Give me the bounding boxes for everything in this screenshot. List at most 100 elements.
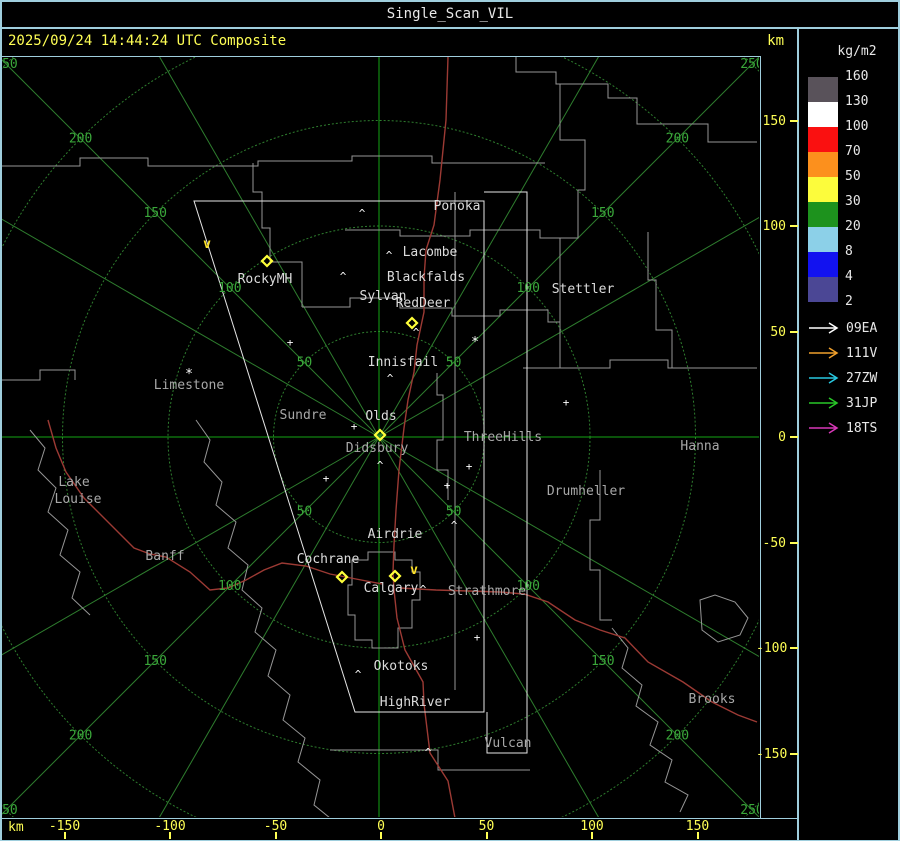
scale-value: 50 bbox=[845, 169, 861, 184]
city-label: RedDeer bbox=[396, 296, 451, 311]
scale-color-block bbox=[808, 102, 838, 127]
city-label: Airdrie bbox=[368, 527, 423, 542]
right-axis-tick bbox=[790, 436, 798, 438]
city-label: Brooks bbox=[689, 692, 736, 707]
azimuth-line bbox=[378, 436, 599, 817]
range-ring-label: 150 bbox=[143, 654, 166, 669]
radar-id: 09EA bbox=[846, 321, 878, 336]
right-axis-label: -100 bbox=[756, 641, 788, 656]
bottom-axis-tick bbox=[591, 832, 593, 839]
municipal-boundary bbox=[699, 594, 749, 643]
wind-marker-icon: v bbox=[410, 563, 418, 578]
radar-id: 27ZW bbox=[846, 371, 878, 386]
scale-color-block bbox=[808, 227, 838, 252]
azimuth-line bbox=[159, 57, 380, 438]
city-label: Banff bbox=[145, 549, 184, 564]
scale-color-block bbox=[808, 177, 838, 202]
city-label: Lacombe bbox=[403, 245, 458, 260]
scale-value: 20 bbox=[845, 219, 861, 234]
city-label: Blackfalds bbox=[387, 270, 465, 285]
range-ring-label: 250 bbox=[740, 57, 759, 72]
town-marker-star: * bbox=[471, 335, 479, 350]
range-ring-label: 250 bbox=[2, 803, 18, 817]
scale-value: 130 bbox=[845, 94, 869, 109]
municipal-boundary bbox=[2, 155, 545, 167]
city-label: Okotoks bbox=[374, 659, 429, 674]
town-marker-plus: + bbox=[323, 472, 330, 485]
city-label: Ponoka bbox=[434, 199, 481, 214]
town-marker-caret: ^ bbox=[340, 270, 347, 283]
panel-divider bbox=[797, 28, 799, 841]
range-ring-label: 50 bbox=[297, 355, 313, 370]
municipal-boundary bbox=[611, 627, 689, 813]
right-axis-tick bbox=[790, 119, 798, 122]
range-ring-label: 200 bbox=[666, 132, 689, 147]
radar-arrow-icon bbox=[809, 322, 839, 334]
municipal-boundary bbox=[523, 359, 757, 369]
range-ring-label: 150 bbox=[143, 206, 166, 221]
city-label: Vulcan bbox=[485, 736, 532, 751]
range-ring-label: 250 bbox=[740, 803, 759, 817]
city-label: HighRiver bbox=[380, 695, 451, 710]
municipal-boundary bbox=[515, 57, 757, 143]
right-axis-label: 0 bbox=[778, 430, 786, 445]
range-ring-label: 250 bbox=[2, 57, 18, 72]
bottom-axis-tick bbox=[63, 832, 66, 839]
scale-color-block bbox=[808, 202, 838, 227]
range-ring-label: 100 bbox=[516, 281, 539, 296]
radar-arrow-icon bbox=[809, 347, 839, 359]
window-border-top bbox=[0, 0, 900, 2]
range-ring-label: 150 bbox=[591, 206, 614, 221]
right-axis-unit: km bbox=[767, 33, 784, 49]
scale-value: 100 bbox=[845, 119, 869, 134]
city-label: Sundre bbox=[280, 408, 327, 423]
town-marker-plus: + bbox=[444, 479, 451, 492]
town-marker-caret: ^ bbox=[425, 746, 432, 759]
map-border-bottom bbox=[0, 818, 798, 819]
scale-value: 8 bbox=[845, 244, 853, 259]
scale-color-block bbox=[808, 252, 838, 277]
city-label: Cochrane bbox=[297, 552, 360, 567]
right-axis-label: 50 bbox=[770, 324, 786, 340]
window-title: Single_Scan_VIL bbox=[386, 6, 514, 22]
scale-value: 2 bbox=[845, 294, 853, 309]
legend-unit-label: kg/m2 bbox=[837, 44, 877, 59]
radar-id: 31JP bbox=[846, 396, 878, 411]
city-label: Didsbury bbox=[346, 441, 409, 456]
radar-map[interactable]: 50 5050 50100 100100 100150 150150 150200 20020… bbox=[2, 57, 759, 817]
bottom-axis-tick bbox=[380, 832, 382, 839]
range-ring-label: 200 bbox=[666, 728, 689, 743]
range-ring-label: 200 bbox=[69, 132, 92, 147]
municipal-boundary bbox=[345, 229, 560, 239]
azimuth-line bbox=[159, 436, 380, 817]
radar-id: 111V bbox=[846, 346, 878, 361]
radar-app-window: Single_Scan_VIL 2025/09/24 14:44:24 UTC … bbox=[0, 0, 900, 841]
range-ring-label: 200 bbox=[69, 728, 92, 743]
city-label: Hanna bbox=[680, 439, 719, 454]
town-marker-plus: + bbox=[287, 336, 294, 349]
city-label: ThreeHills bbox=[464, 430, 542, 445]
right-axis-tick bbox=[790, 330, 798, 333]
town-marker-caret: ^ bbox=[386, 249, 393, 262]
town-marker-caret: ^ bbox=[359, 207, 366, 220]
town-marker-caret: ^ bbox=[387, 372, 394, 385]
bottom-axis-tick bbox=[274, 832, 277, 839]
city-label: RockyMH bbox=[238, 272, 293, 287]
city-label: Stettler bbox=[552, 282, 615, 297]
right-axis-label: -150 bbox=[756, 746, 788, 762]
scale-color-block bbox=[808, 277, 838, 302]
range-ring-label: 50 bbox=[446, 355, 462, 370]
range-ring-label: 100 bbox=[218, 579, 241, 594]
radar-arrow-icon bbox=[809, 397, 839, 409]
wind-marker-icon: v bbox=[203, 237, 211, 252]
town-marker-caret: ^ bbox=[413, 326, 420, 339]
scale-value: 160 bbox=[845, 69, 869, 84]
city-label: Strathmore bbox=[448, 584, 526, 599]
scale-color-block bbox=[808, 77, 838, 102]
city-label: Drumheller bbox=[547, 484, 625, 499]
right-axis-label: 150 bbox=[762, 113, 786, 129]
right-axis-tick bbox=[790, 647, 798, 649]
scale-color-block bbox=[808, 152, 838, 177]
bottom-axis-unit: km bbox=[8, 820, 24, 835]
scan-sector-outline bbox=[484, 191, 528, 754]
